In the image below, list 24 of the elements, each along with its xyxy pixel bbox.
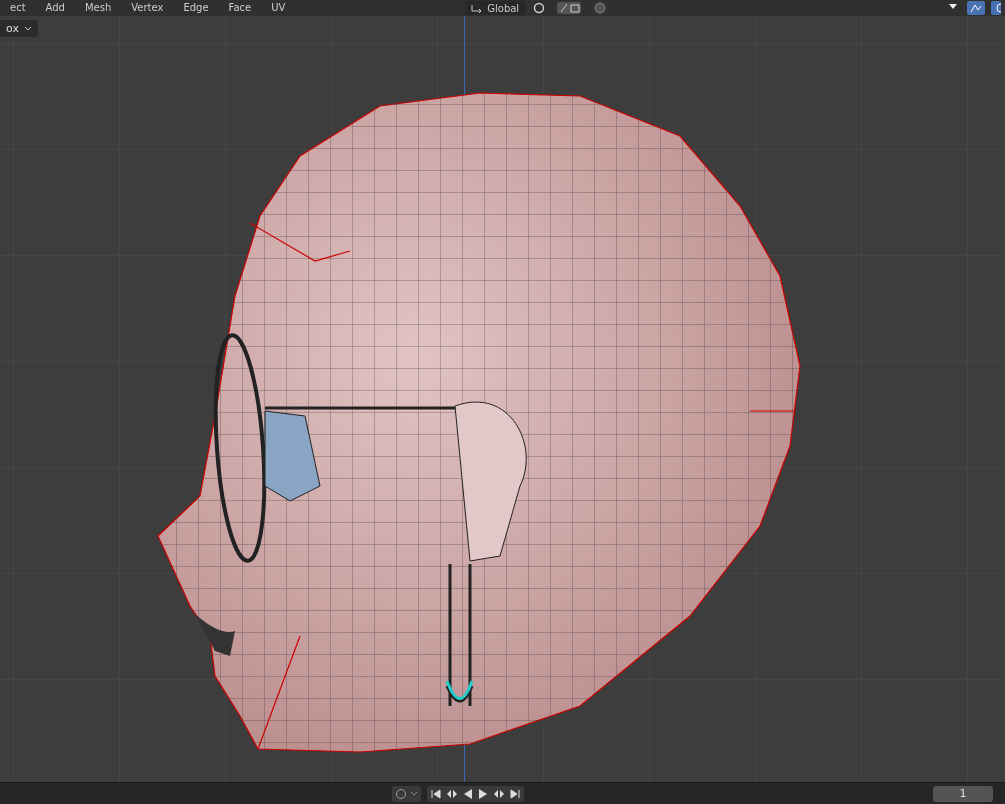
jump-start-icon[interactable] (430, 788, 442, 800)
snap-icon[interactable] (557, 2, 582, 14)
pivot-icon[interactable] (533, 2, 546, 14)
next-keyframe-icon[interactable] (492, 788, 506, 800)
proportional-edit-icon[interactable] (593, 2, 608, 14)
overlay-icon[interactable] (967, 1, 985, 15)
menu-item[interactable]: Face (218, 0, 262, 16)
menu-item[interactable]: Vertex (121, 0, 174, 16)
menu-item[interactable]: Add (35, 0, 75, 16)
play-reverse-icon[interactable] (462, 788, 474, 800)
chevron-icon (23, 25, 32, 32)
jump-end-icon[interactable] (509, 788, 521, 800)
prev-keyframe-icon[interactable] (445, 788, 459, 800)
chevron-icon[interactable] (410, 791, 418, 797)
menu-item[interactable]: Mesh (74, 0, 122, 16)
orientation-dropdown[interactable]: Global (465, 1, 526, 15)
menu-item[interactable]: ect (0, 0, 36, 16)
play-icon[interactable] (477, 788, 489, 800)
current-frame-field[interactable]: 1 (933, 786, 993, 802)
select-mode-dropdown[interactable]: ox (0, 20, 38, 37)
transform-axes-icon (471, 3, 484, 13)
menu-item[interactable]: Edge (173, 0, 219, 16)
record-icon[interactable] (395, 788, 407, 800)
menu-item[interactable]: UV (261, 0, 296, 16)
